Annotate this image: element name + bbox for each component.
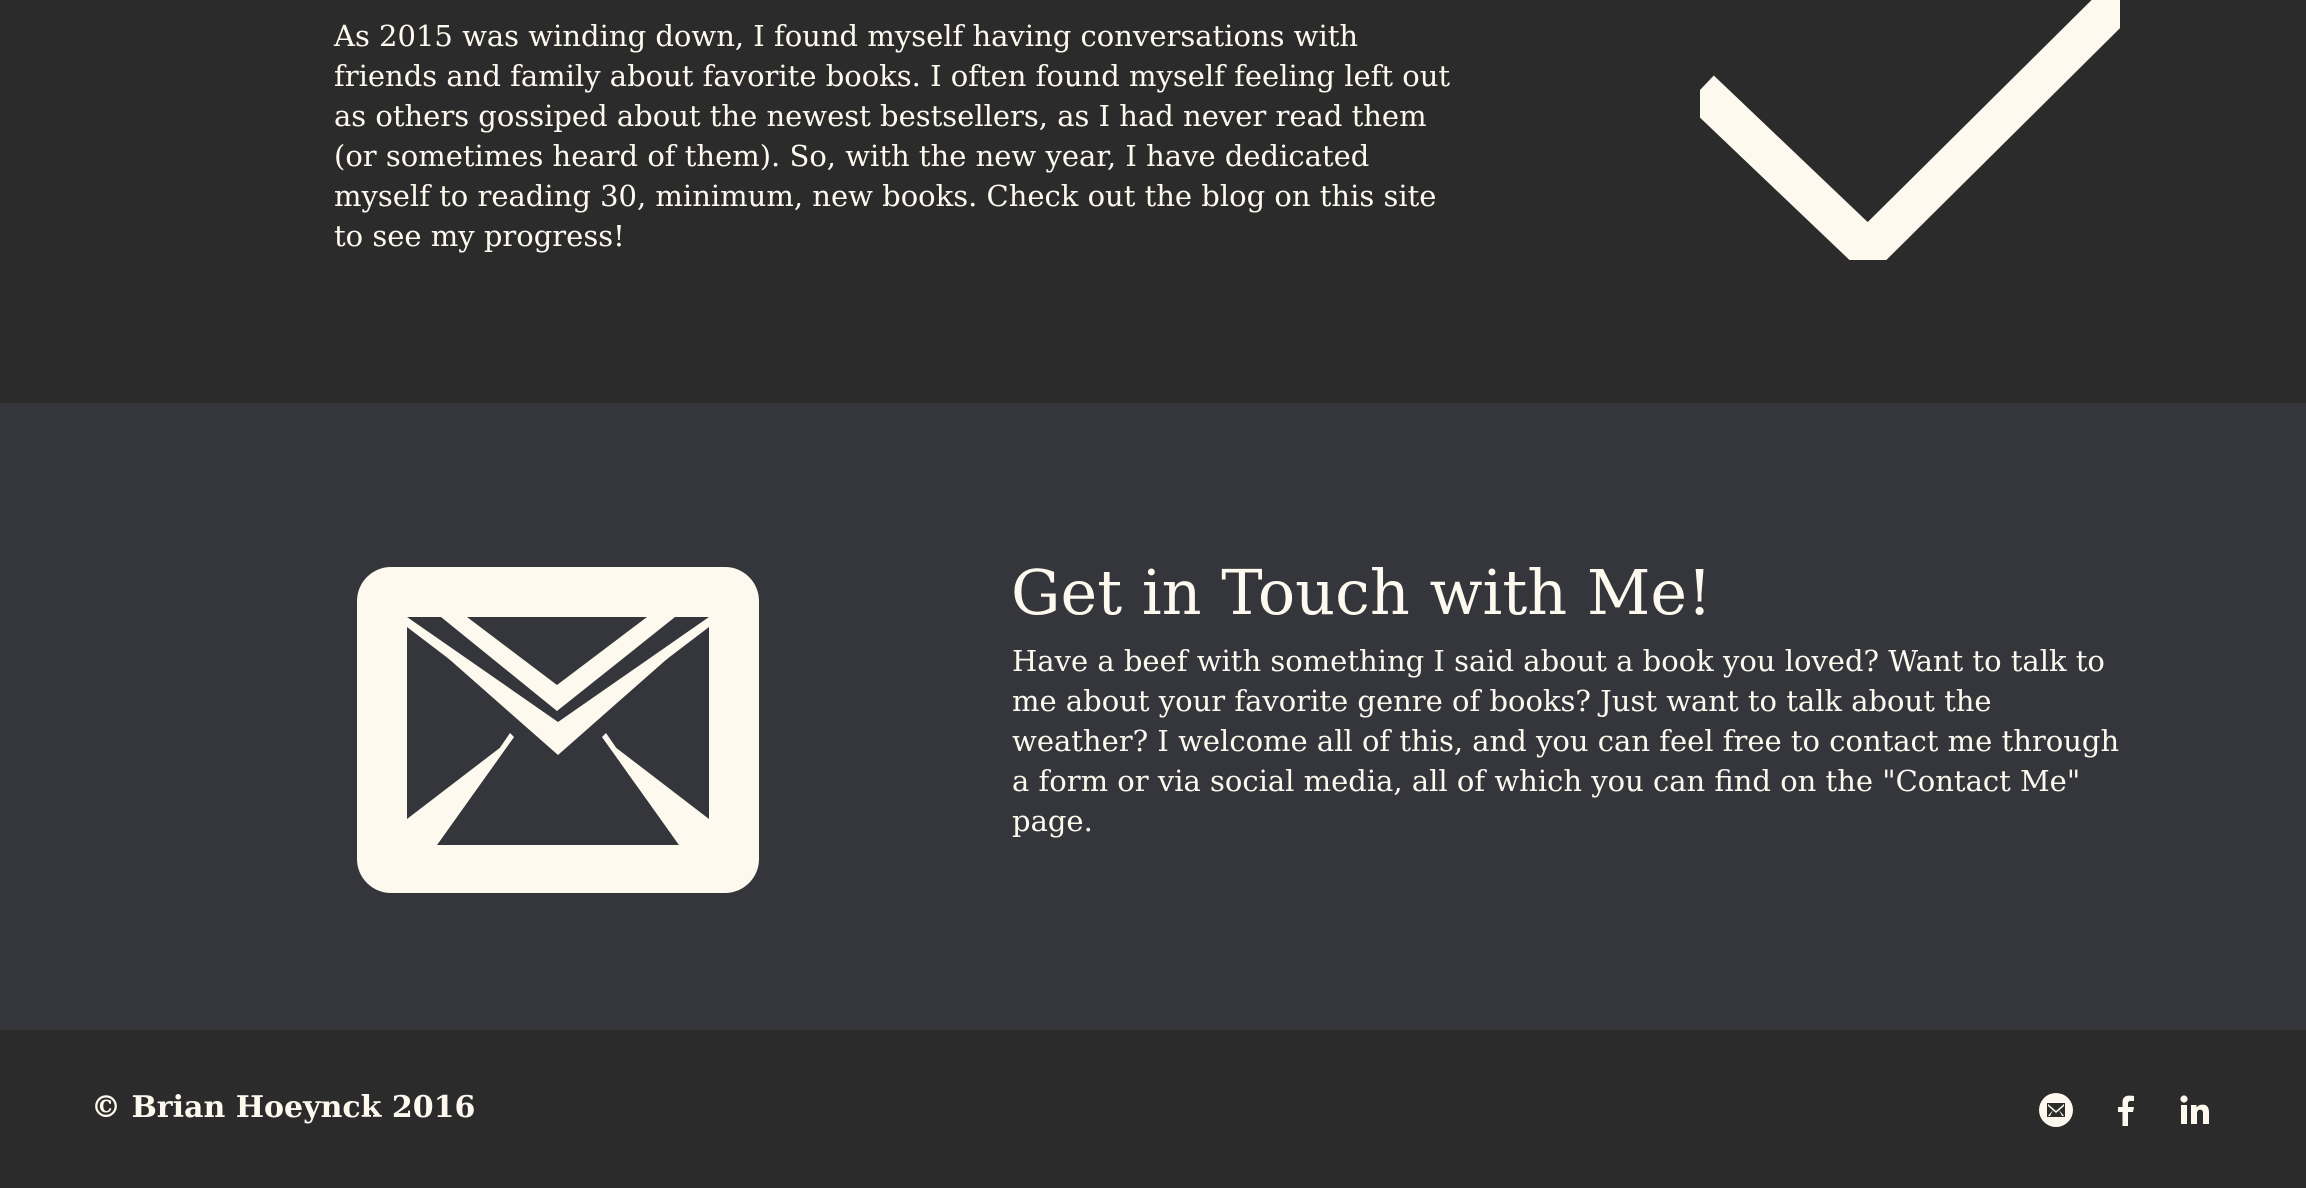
contact-paragraph: Have a beef with something I said about … — [1012, 644, 2120, 838]
intro-paragraph: As 2015 was winding down, I found myself… — [334, 19, 1451, 253]
footer: © Brian Hoeynck 2016 — [0, 1030, 2306, 1188]
linkedin-icon[interactable] — [2177, 1092, 2213, 1128]
facebook-icon[interactable] — [2108, 1092, 2144, 1128]
envelope-icon — [357, 567, 759, 893]
copyright-text: © Brian Hoeynck 2016 — [91, 1090, 476, 1125]
contact-section: Get in Touch with Me! Have a beef with s… — [0, 403, 2306, 1030]
intro-section: As 2015 was winding down, I found myself… — [0, 0, 2306, 403]
email-icon[interactable] — [2038, 1092, 2074, 1128]
checkmark-icon — [1700, 0, 2120, 260]
contact-heading: Get in Touch with Me! — [1011, 556, 1713, 629]
